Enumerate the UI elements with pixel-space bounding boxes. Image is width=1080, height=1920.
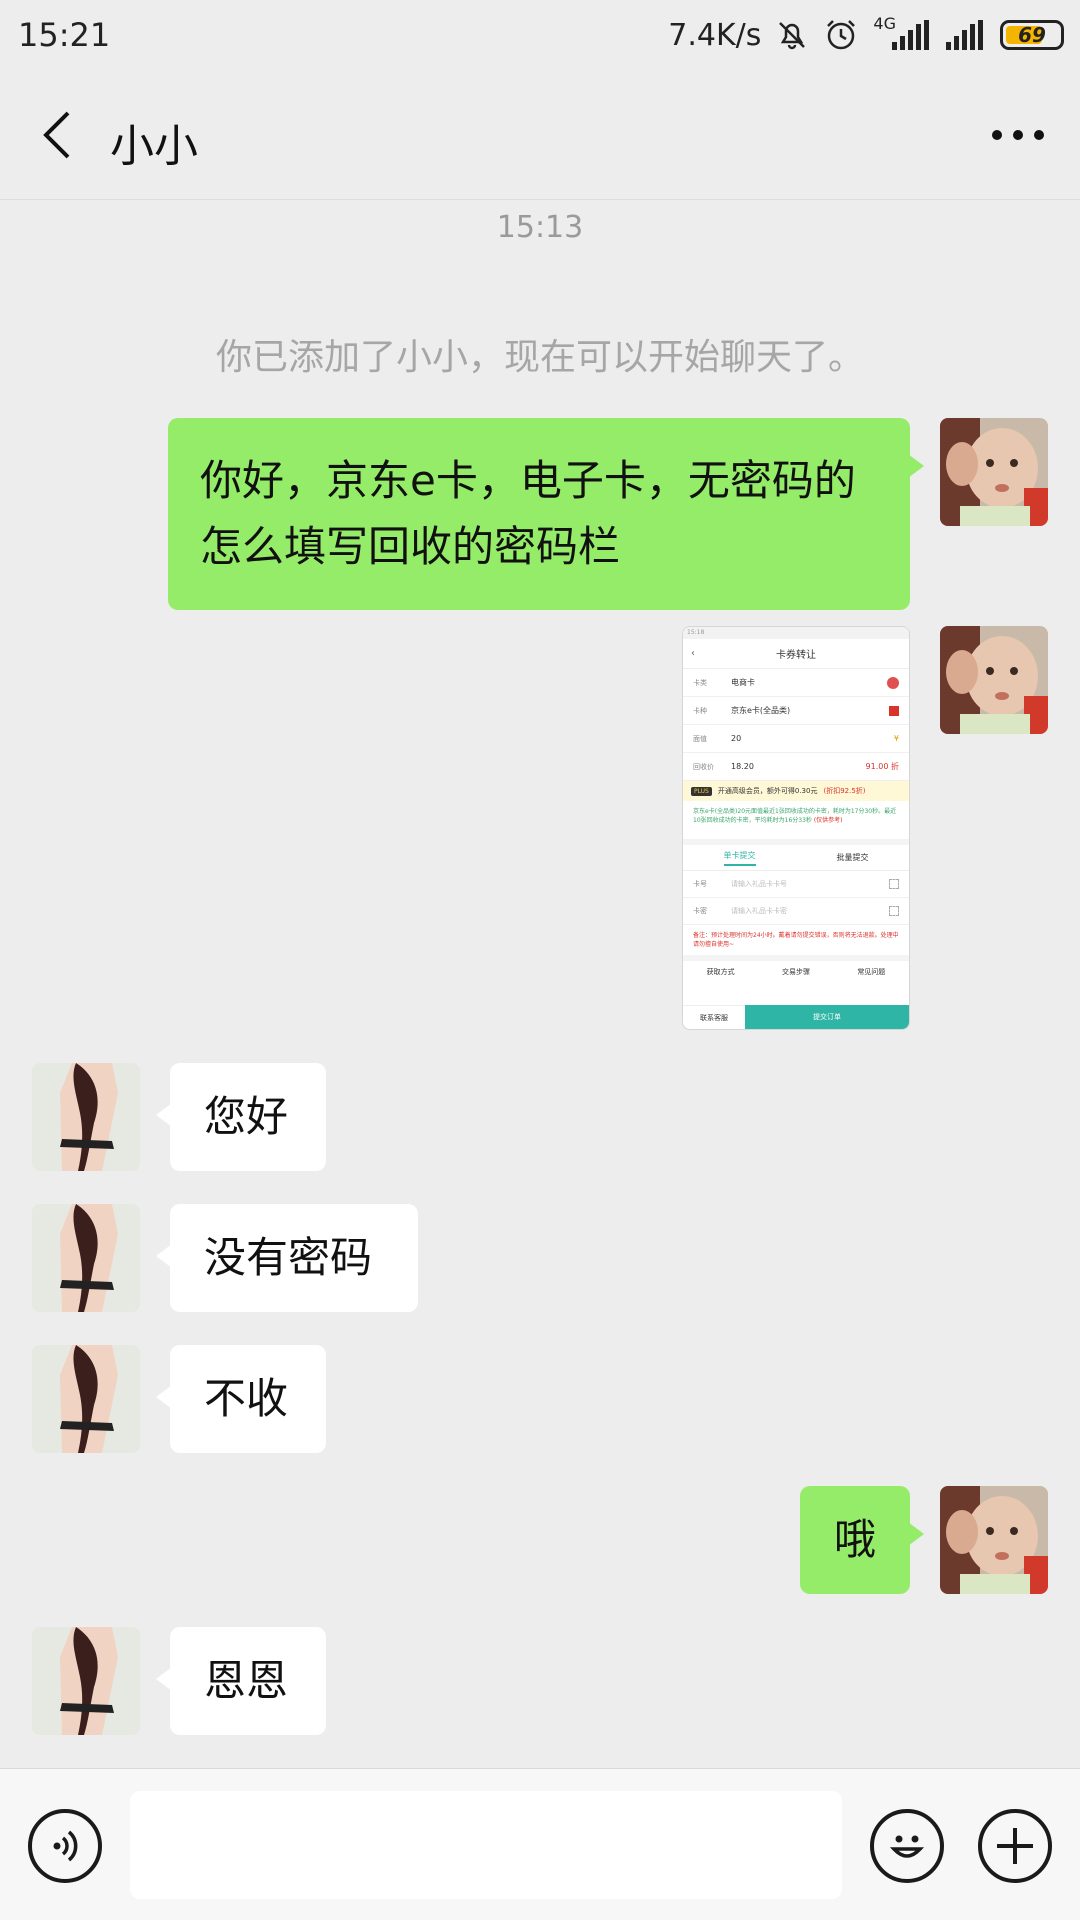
screenshot-link: 获取方式 — [706, 968, 735, 976]
input-placeholder: 请输入礼品卡卡号 — [731, 880, 787, 888]
message-bubble-received[interactable]: 您好 — [156, 1063, 326, 1171]
my-avatar[interactable] — [940, 626, 1048, 734]
my-avatar[interactable] — [940, 418, 1048, 526]
signal-icon — [946, 20, 986, 50]
screenshot-row: 回收价 18.20 91.00 折 — [683, 753, 909, 781]
message-text: 您好 — [204, 1092, 289, 1141]
scan-icon — [889, 906, 899, 916]
screenshot-submit: 提交订单 — [745, 1005, 909, 1029]
screenshot-row-value: 京东e卡(全品类) — [731, 706, 791, 715]
message-input[interactable] — [130, 1791, 842, 1899]
screenshot-input-row: 卡号 请输入礼品卡卡号 — [683, 871, 909, 898]
note-extra: (仅供参考) — [813, 817, 843, 824]
screenshot-row-key: 面值 — [693, 734, 707, 743]
screenshot-row-value: 18.20 — [731, 762, 754, 771]
coupon-icon — [887, 676, 899, 689]
emoji-icon — [889, 1835, 925, 1858]
screenshot-tab: 单卡提交 — [723, 850, 756, 866]
chevron-left-icon — [43, 111, 70, 159]
screenshot-input-row: 卡密 请输入礼品卡卡密 — [683, 898, 909, 925]
screenshot-bottom-bar: 联系客服 提交订单 — [683, 1005, 909, 1029]
signal-4g-icon: 4G — [873, 14, 932, 50]
status-icons: 7.4K/s 4G 69 — [668, 12, 1064, 58]
chat-title: 小小 — [110, 121, 198, 172]
contact-avatar[interactable] — [32, 1204, 140, 1312]
status-time: 15:21 — [18, 16, 111, 54]
message-bubble-sent[interactable]: 你好，京东e卡，电子卡，无密码的怎么填写回收的密码栏 — [168, 418, 924, 610]
screenshot-note: 京东e卡(全品类)20元面值最近1张回收成功的卡密，耗时为17分30秒。最近10… — [683, 801, 909, 845]
screenshot-link: 常见问题 — [857, 968, 886, 976]
input-key: 卡号 — [693, 880, 707, 888]
message-text: 没有密码 — [204, 1233, 373, 1282]
message-timestamp: 15:13 — [496, 210, 584, 245]
message-text: 哦 — [834, 1515, 877, 1564]
screenshot-links: 获取方式 交易步骤 常见问题 — [683, 961, 909, 983]
battery-level: 69 — [1018, 23, 1046, 47]
contact-avatar[interactable] — [32, 1345, 140, 1453]
screenshot-link: 交易步骤 — [781, 968, 810, 976]
yen-icon: ¥ — [893, 734, 899, 743]
screenshot-row: 面值 20 ¥ — [683, 725, 909, 753]
screenshot-row-value: 电商卡 — [731, 678, 755, 687]
back-button[interactable] — [30, 108, 84, 162]
message-bubble-received[interactable]: 没有密码 — [156, 1204, 418, 1312]
screenshot-row-value: 20 — [731, 734, 742, 743]
shared-screenshot-image[interactable]: 15:18 ‹ 卡券转让 卡类 电商卡 卡种 京东e卡(全品类) 面值 20 ¥… — [682, 626, 910, 1030]
plus-tag: PLUS — [691, 786, 712, 796]
jd-icon — [889, 705, 899, 716]
input-key: 卡密 — [693, 907, 707, 915]
chat-header: 小小 — [0, 70, 1080, 200]
contact-avatar[interactable] — [32, 1063, 140, 1171]
message-text: 不收 — [204, 1374, 289, 1423]
more-button[interactable] — [986, 108, 1050, 162]
network-type: 4G — [873, 13, 896, 33]
screenshot-title: 卡券转让 — [776, 650, 816, 661]
screenshot-row: 卡类 电商卡 — [683, 669, 909, 697]
note-text: 京东e卡(全品类)20元面值最近1张回收成功的卡密，耗时为17分30秒。最近10… — [693, 808, 897, 824]
screenshot-warning: 备注：预计处理时间为24小时。戴着请勿提交错误，否则将无法退款。处理中请勿擅自使… — [683, 925, 909, 961]
battery-icon: 69 — [1000, 20, 1064, 50]
screenshot-tabs: 单卡提交 批量提交 — [683, 845, 909, 871]
screenshot-service: 联系客服 — [683, 1005, 745, 1029]
scan-icon — [889, 879, 899, 889]
input-placeholder: 请输入礼品卡卡密 — [731, 907, 787, 915]
screenshot-tab: 批量提交 — [836, 853, 869, 862]
network-speed: 7.4K/s — [668, 17, 762, 53]
screenshot-plus-banner: PLUS 开通高级会员，额外可得0.30元 (折扣92.5折) — [683, 781, 909, 801]
plus-icon — [997, 1828, 1033, 1864]
more-dots-icon — [992, 130, 1044, 140]
screenshot-title-bar: ‹ 卡券转让 — [683, 639, 909, 669]
voice-icon — [53, 1830, 78, 1862]
screenshot-row-key: 回收价 — [693, 762, 714, 771]
emoji-button[interactable] — [870, 1809, 944, 1883]
message-bubble-received[interactable]: 不收 — [156, 1345, 326, 1453]
screenshot-row: 卡种 京东e卡(全品类) — [683, 697, 909, 725]
plus-extra: (折扣92.5折) — [823, 787, 866, 795]
screenshot-row-extra: 91.00 折 — [865, 762, 899, 771]
message-bubble-received[interactable]: 恩恩 — [156, 1627, 326, 1735]
voice-button[interactable] — [28, 1809, 102, 1883]
message-bubble-sent[interactable]: 哦 — [800, 1486, 924, 1594]
screenshot-row-key: 卡类 — [693, 678, 707, 687]
alarm-clock-icon — [823, 17, 859, 53]
mute-bell-icon — [775, 18, 809, 52]
status-bar: 15:21 7.4K/s 4G 69 — [0, 0, 1080, 70]
input-bar — [0, 1768, 1080, 1920]
system-notice: 你已添加了小小，现在可以开始聊天了。 — [215, 337, 864, 378]
screenshot-status-bar: 15:18 — [683, 627, 909, 639]
contact-avatar[interactable] — [32, 1627, 140, 1735]
plus-text: 开通高级会员，额外可得0.30元 — [717, 787, 818, 795]
message-text: 恩恩 — [204, 1656, 289, 1705]
message-text: 你好，京东e卡，电子卡，无密码的怎么填写回收的密码栏 — [200, 456, 856, 571]
screenshot-row-key: 卡种 — [693, 706, 707, 715]
plus-button[interactable] — [978, 1809, 1052, 1883]
screenshot-back-icon: ‹ — [691, 648, 695, 659]
my-avatar[interactable] — [940, 1486, 1048, 1594]
